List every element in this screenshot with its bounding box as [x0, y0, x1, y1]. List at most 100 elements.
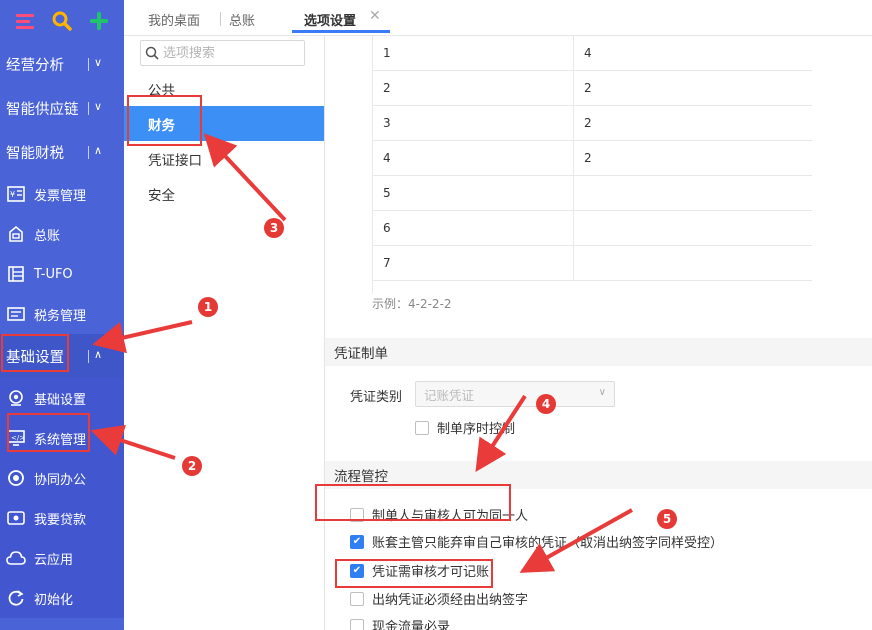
menu-icon[interactable]	[14, 10, 36, 32]
nav-group-business-analysis[interactable]: 经营分析 ∨	[0, 42, 124, 86]
chevron-down-icon: ∨	[598, 387, 606, 398]
left-sidebar: 经营分析 ∨ 智能供应链 ∨ 智能财税 ∧ ¥ 发票管理 总账 T-UFO 税务…	[0, 0, 124, 630]
sidebar-item-loan[interactable]: 我要贷款	[0, 498, 124, 538]
nav-group-basic-settings[interactable]: 基础设置 ∧	[0, 334, 124, 378]
seq-control-checkbox[interactable]: 制单序时控制	[415, 418, 515, 437]
sidebar-item-label: 系统管理	[34, 432, 87, 448]
options-search-input[interactable]	[163, 45, 293, 61]
checkbox-label: 制单人与审核人可为同一人	[372, 509, 529, 524]
voucher-type-value: 记账凭证	[424, 387, 475, 403]
same-maker-reviewer-checkbox[interactable]: 制单人与审核人可为同一人	[350, 505, 528, 524]
grid-length-cell[interactable]: 4	[573, 36, 773, 70]
search-icon	[141, 46, 163, 60]
sidebar-item-basic-settings[interactable]: 基础设置	[0, 378, 124, 418]
divider	[88, 146, 89, 159]
checkbox-label: 凭证需审核才可记账	[372, 565, 490, 580]
close-icon[interactable]: ✕	[369, 8, 381, 24]
divider	[88, 58, 89, 71]
checkbox-box[interactable]	[350, 591, 364, 606]
grid-length-cell[interactable]: 2	[573, 141, 773, 175]
options-nav-item-voucher-interface[interactable]: 凭证接口	[124, 141, 324, 176]
grid-level-cell: 1	[383, 46, 391, 60]
table-row: 5	[373, 176, 812, 211]
sidebar-item-cloud-apps[interactable]: 云应用	[0, 538, 124, 578]
checkbox-box[interactable]	[415, 420, 429, 435]
grid-length-cell[interactable]: 2	[573, 71, 773, 105]
sidebar-toolbar	[0, 0, 124, 42]
sidebar-item-initialize[interactable]: 初始化	[0, 578, 124, 618]
app-root: 经营分析 ∨ 智能供应链 ∨ 智能财税 ∧ ¥ 发票管理 总账 T-UFO 税务…	[0, 0, 872, 630]
sidebar-item-label: 初始化	[34, 592, 74, 608]
divider	[88, 102, 89, 115]
grid-level-cell: 5	[383, 186, 391, 200]
checkbox-box[interactable]	[350, 507, 364, 522]
settings-icon	[6, 388, 26, 408]
review-before-post-checkbox[interactable]: ✔ 凭证需审核才可记账	[350, 561, 489, 580]
nav-group-supply-chain[interactable]: 智能供应链 ∨	[0, 86, 124, 130]
invoice-icon: ¥	[6, 184, 26, 204]
plus-icon[interactable]	[88, 10, 110, 32]
search-icon[interactable]	[51, 10, 73, 32]
options-nav-item-security[interactable]: 安全	[124, 176, 324, 211]
code-example-hint: 示例：4-2-2-2	[372, 297, 452, 311]
sidebar-item-collaboration[interactable]: 协同办公	[0, 458, 124, 498]
chevron-up-icon[interactable]: ∧	[94, 144, 102, 157]
tax-icon	[6, 304, 26, 324]
grid-length-cell[interactable]	[573, 211, 773, 245]
grid-length-cell[interactable]	[573, 246, 773, 280]
cashier-sign-checkbox[interactable]: 出纳凭证必须经由出纳签字	[350, 589, 528, 608]
grid-level-cell: 2	[383, 81, 391, 95]
grid-length-cell[interactable]: 2	[573, 106, 773, 140]
collab-icon	[6, 468, 26, 488]
sidebar-item-system-management[interactable]: </> 系统管理	[0, 418, 124, 458]
voucher-type-label: 凭证类别	[350, 390, 403, 405]
checkbox-label: 现金流量必录	[372, 620, 451, 630]
checkbox-label: 制单序时控制	[437, 422, 516, 437]
options-nav-item-public[interactable]: 公共	[124, 71, 324, 106]
nav-group-finance-tax[interactable]: 智能财税 ∧	[0, 130, 124, 174]
check-icon[interactable]: ✔	[350, 563, 364, 578]
sidebar-item-label: 我要贷款	[34, 512, 87, 528]
checkbox-box[interactable]	[350, 618, 364, 630]
svg-text:</>: </>	[11, 434, 25, 442]
options-content: 1 4 2 2 3 2 4 2 5 6 7 示例：4-2-2-2 凭证制单 凭证…	[325, 36, 872, 630]
sidebar-item-label: 云应用	[34, 552, 74, 568]
nav-group-label: 智能财税	[6, 145, 64, 162]
grid-level-cell: 7	[383, 256, 391, 270]
grid-length-cell[interactable]	[573, 176, 773, 210]
init-icon	[6, 588, 26, 608]
options-nav-item-finance[interactable]: 财务	[124, 106, 324, 141]
sidebar-item-tax[interactable]: 税务管理	[0, 294, 124, 334]
tab-my-desktop[interactable]: 我的桌面	[148, 10, 200, 29]
supervisor-unapprove-checkbox[interactable]: ✔ 账套主管只能弃审自己审核的凭证（取消出纳签字同样受控）	[350, 532, 723, 551]
voucher-type-select[interactable]: 记账凭证 ∨	[415, 381, 615, 407]
table-row: 4 2	[373, 141, 812, 176]
table-row: 2 2	[373, 71, 812, 106]
grid-level-cell: 3	[383, 116, 391, 130]
check-icon[interactable]: ✔	[350, 534, 364, 549]
sidebar-item-label: 发票管理	[34, 188, 87, 204]
chevron-down-icon[interactable]: ∨	[94, 56, 102, 69]
options-nav: 公共 财务 凭证接口 安全	[124, 36, 325, 630]
chevron-up-icon[interactable]: ∧	[94, 348, 102, 361]
checkbox-label: 账套主管只能弃审自己审核的凭证（取消出纳签字同样受控）	[372, 536, 724, 551]
svg-text:¥: ¥	[10, 190, 15, 199]
table-row: 3 2	[373, 106, 812, 141]
cashflow-required-checkbox[interactable]: 现金流量必录	[350, 616, 450, 630]
system-icon: </>	[6, 428, 26, 448]
tab-general-ledger[interactable]: 总账	[229, 10, 255, 29]
active-tab-indicator	[292, 30, 390, 33]
sidebar-item-tufo[interactable]: T-UFO	[0, 254, 124, 294]
ledger-icon	[6, 224, 26, 244]
tab-option-settings[interactable]: 选项设置	[304, 10, 356, 29]
sidebar-item-label: 税务管理	[34, 308, 87, 324]
table-row: 6	[373, 211, 812, 246]
sidebar-item-ledger[interactable]: 总账	[0, 214, 124, 254]
sidebar-item-label: T-UFO	[34, 266, 73, 282]
chevron-down-icon[interactable]: ∨	[94, 100, 102, 113]
sidebar-item-invoice[interactable]: ¥ 发票管理	[0, 174, 124, 214]
section-header-flow: 流程管控	[325, 461, 872, 489]
nav-group-label: 经营分析	[6, 57, 64, 74]
options-search[interactable]	[140, 40, 305, 66]
nav-group-label: 智能供应链	[6, 101, 79, 118]
